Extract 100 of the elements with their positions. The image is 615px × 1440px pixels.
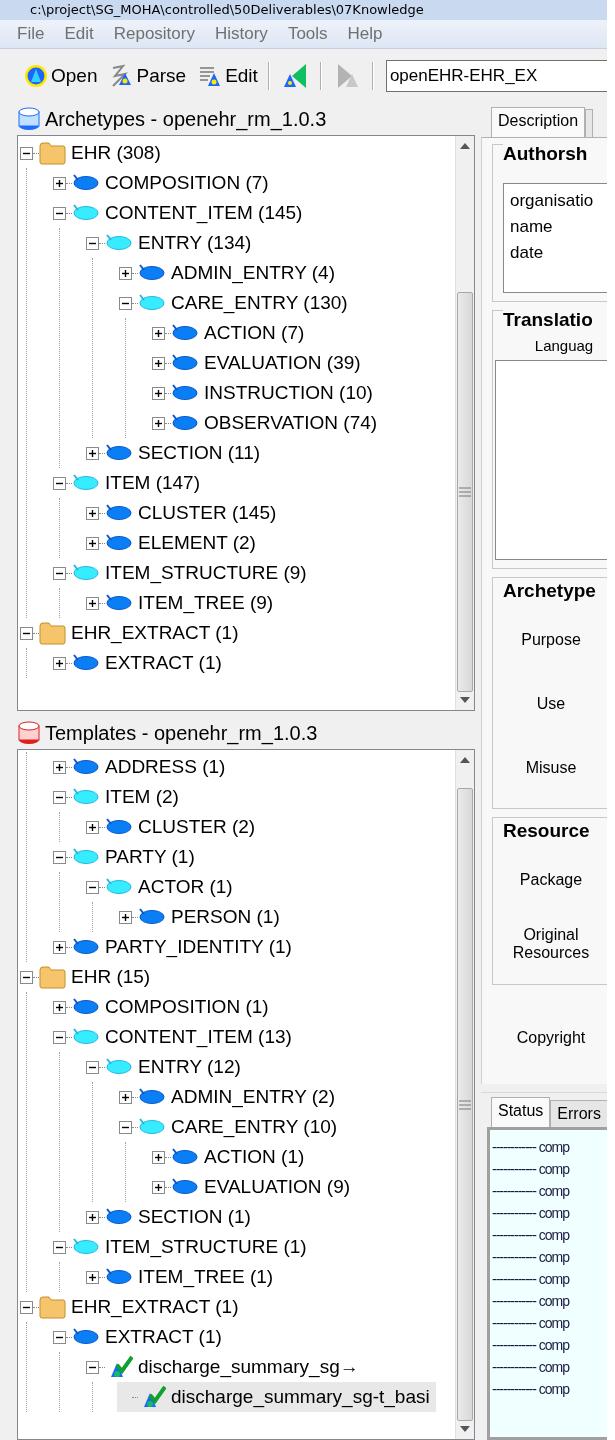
tree-item[interactable]: EHR (308): [18, 138, 167, 168]
collapse-icon[interactable]: [119, 296, 132, 310]
tree-item[interactable]: ITEM_TREE (9): [84, 588, 280, 618]
tree-item[interactable]: discharge_summary_sg-t_basi: [117, 1382, 436, 1412]
expand-icon[interactable]: [152, 326, 165, 340]
collapse-icon[interactable]: [53, 850, 66, 864]
menu-item[interactable]: Help: [347, 24, 383, 44]
collapse-icon[interactable]: [20, 146, 33, 160]
expand-icon[interactable]: [86, 1270, 99, 1284]
tree-item[interactable]: ADDRESS (1): [51, 752, 232, 782]
collapse-icon[interactable]: [119, 1120, 132, 1134]
collapse-icon[interactable]: [86, 1360, 99, 1374]
expand-icon[interactable]: [86, 820, 99, 834]
tree-item[interactable]: CLUSTER (2): [84, 812, 262, 842]
expand-icon[interactable]: [119, 266, 132, 280]
collapse-icon[interactable]: [53, 1030, 66, 1044]
tree-item[interactable]: EVALUATION (39): [150, 348, 367, 378]
tree-item[interactable]: ITEM (2): [51, 782, 185, 812]
expand-icon[interactable]: [53, 760, 66, 774]
expand-icon[interactable]: [152, 416, 165, 430]
tree-item[interactable]: CONTENT_ITEM (145): [51, 198, 309, 228]
tree-item[interactable]: PERSON (1): [117, 902, 286, 932]
tree-item[interactable]: PARTY (1): [51, 842, 201, 872]
menu-item[interactable]: File: [17, 24, 45, 44]
expand-icon[interactable]: [53, 1000, 66, 1014]
expand-icon[interactable]: [86, 506, 99, 520]
tree-item[interactable]: ITEM_TREE (1): [84, 1262, 280, 1292]
tree-item[interactable]: EVALUATION (9): [150, 1172, 357, 1202]
menu-item[interactable]: History: [214, 24, 268, 44]
tree-item[interactable]: CLUSTER (145): [84, 498, 283, 528]
menu-item[interactable]: Repository: [113, 24, 195, 44]
tree-item[interactable]: OBSERVATION (74): [150, 408, 384, 438]
tree-item[interactable]: ENTRY (12): [84, 1052, 247, 1082]
expand-icon[interactable]: [152, 1150, 165, 1164]
tree-item[interactable]: ITEM (147): [51, 468, 207, 498]
collapse-icon[interactable]: [86, 880, 99, 894]
expand-icon[interactable]: [152, 1180, 165, 1194]
combo-box[interactable]: openEHR-EHR_EX: [385, 60, 607, 92]
tree-item[interactable]: ITEM_STRUCTURE (9): [51, 558, 313, 588]
tree-item[interactable]: ADMIN_ENTRY (4): [117, 258, 341, 288]
collapse-icon[interactable]: [53, 790, 66, 804]
tree-item[interactable]: CARE_ENTRY (10): [117, 1112, 344, 1142]
scrollbar[interactable]: [455, 750, 474, 1439]
tree-item[interactable]: EXTRACT (1): [51, 1322, 228, 1352]
tab[interactable]: Description: [491, 107, 586, 137]
collapse-icon[interactable]: [20, 970, 33, 984]
expand-icon[interactable]: [152, 386, 165, 400]
ellipse-icon: [105, 818, 133, 836]
expand-icon[interactable]: [86, 536, 99, 550]
toolbar-button[interactable]: Open: [22, 62, 100, 90]
tree-item[interactable]: EHR_EXTRACT (1): [18, 618, 245, 648]
expand-icon[interactable]: [86, 1210, 99, 1224]
collapse-icon[interactable]: [86, 1060, 99, 1074]
tree-item[interactable]: INSTRUCTION (10): [150, 378, 379, 408]
tree-item[interactable]: COMPOSITION (1): [51, 992, 275, 1022]
tree-item[interactable]: CARE_ENTRY (130): [117, 288, 354, 318]
collapse-icon[interactable]: [53, 206, 66, 220]
tree-item[interactable]: EHR (15): [18, 962, 157, 992]
tree-item[interactable]: ELEMENT (2): [84, 528, 262, 558]
tree-item[interactable]: ITEM_STRUCTURE (1): [51, 1232, 313, 1262]
expand-icon[interactable]: [86, 596, 99, 610]
toolbar-button[interactable]: Parse: [107, 62, 189, 90]
expand-icon[interactable]: [53, 176, 66, 190]
tree-item[interactable]: SECTION (1): [84, 1202, 257, 1232]
tree-item[interactable]: SECTION (11): [84, 438, 267, 468]
collapse-icon[interactable]: [53, 1240, 66, 1254]
tree-item[interactable]: ACTOR (1): [84, 872, 239, 902]
tab[interactable]: Errors: [550, 1100, 607, 1127]
tree-item[interactable]: ENTRY (134): [84, 228, 258, 258]
scroll-thumb[interactable]: [457, 291, 473, 692]
collapse-icon[interactable]: [53, 566, 66, 580]
scrollbar[interactable]: [455, 136, 474, 710]
menu-item[interactable]: Tools: [287, 24, 328, 44]
tree-item[interactable]: EXTRACT (1): [51, 648, 228, 678]
collapse-icon[interactable]: [86, 236, 99, 250]
expand-icon[interactable]: [53, 656, 66, 670]
log-line: ------------ comp: [492, 1160, 571, 1179]
tree-item[interactable]: ACTION (7): [150, 318, 311, 348]
collapse-icon[interactable]: [53, 476, 66, 490]
tree-item[interactable]: discharge_summary_sg→: [84, 1352, 365, 1382]
tree-item[interactable]: ADMIN_ENTRY (2): [117, 1082, 341, 1112]
expand-icon[interactable]: [53, 940, 66, 954]
expand-icon[interactable]: [119, 910, 132, 924]
collapse-icon[interactable]: [20, 626, 33, 640]
toolbar-button[interactable]: Edit: [196, 62, 260, 90]
tree-item[interactable]: ACTION (1): [150, 1142, 311, 1172]
tree-item[interactable]: COMPOSITION (7): [51, 168, 275, 198]
tab[interactable]: Status: [491, 1097, 551, 1127]
list-box[interactable]: organisatio name date: [503, 183, 607, 293]
menu-item[interactable]: Edit: [64, 24, 94, 44]
tree-item[interactable]: PARTY_IDENTITY (1): [51, 932, 298, 962]
collapse-icon[interactable]: [20, 1300, 33, 1314]
expand-icon[interactable]: [86, 446, 99, 460]
scroll-down-icon: [459, 1425, 471, 1433]
collapse-icon[interactable]: [53, 1330, 66, 1344]
expand-icon[interactable]: [152, 356, 165, 370]
expand-icon[interactable]: [119, 1090, 132, 1104]
tree-item[interactable]: CONTENT_ITEM (13): [51, 1022, 298, 1052]
tree-item[interactable]: EHR_EXTRACT (1): [18, 1292, 245, 1322]
scroll-thumb[interactable]: [457, 788, 473, 1421]
